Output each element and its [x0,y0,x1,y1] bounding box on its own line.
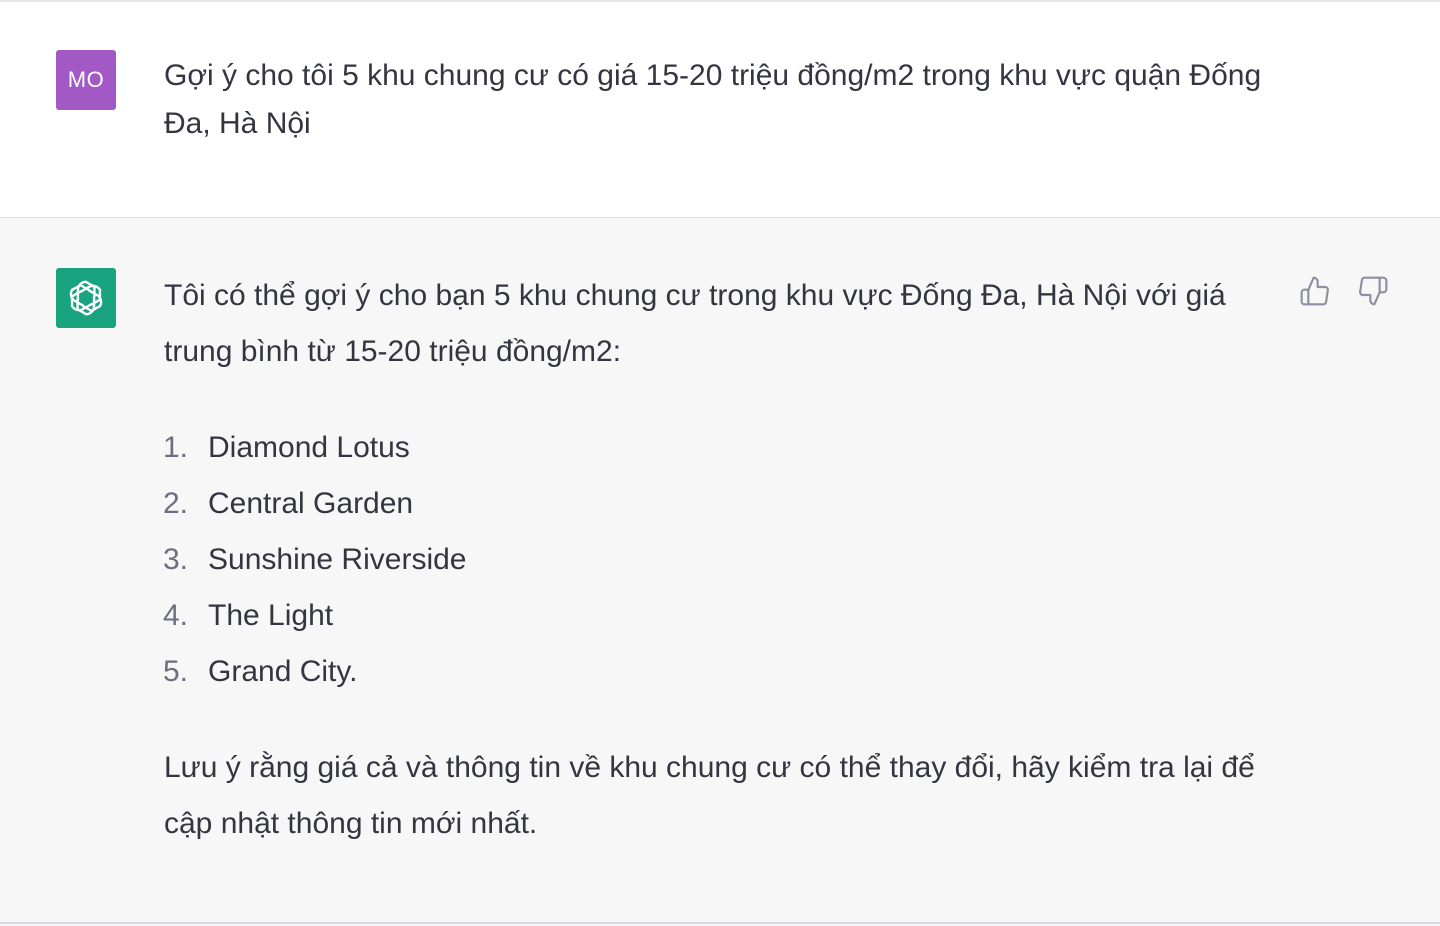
thumbs-up-button[interactable] [1298,274,1332,308]
list-item: 5. Grand City. [163,644,1274,700]
list-item-number: 3. [162,543,188,576]
list-item: 2. Central Garden [163,476,1274,532]
apartment-list: 1. Diamond Lotus 2. Central Garden 3. Su… [163,420,1274,700]
list-item-label: The Light [208,599,334,632]
user-avatar: MO [56,50,116,110]
list-item-label: Sunshine Riverside [208,543,467,576]
thumbs-down-icon [1359,276,1388,306]
list-item: 4. The Light [163,588,1274,644]
openai-logo-icon [69,280,103,316]
user-message-row: MO Gợi ý cho tôi 5 khu chung cư có giá 1… [0,2,1440,218]
list-item: 3. Sunshine Riverside [163,532,1274,588]
list-item-number: 4. [162,599,188,632]
user-avatar-initials: MO [67,67,105,92]
assistant-outro-text: Lưu ý rằng giá cả và thông tin về khu ch… [164,751,1255,840]
assistant-message-content: Tôi có thể gợi ý cho bạn 5 khu chung cư … [163,268,1274,852]
assistant-intro-text: Tôi có thể gợi ý cho bạn 5 khu chung cư … [164,279,1226,368]
thumbs-up-icon [1300,276,1329,306]
list-item-label: Diamond Lotus [208,431,410,464]
list-item-label: Central Garden [208,487,414,520]
thumbs-down-button[interactable] [1356,274,1390,308]
list-item-number: 1. [162,431,188,464]
list-item-label: Grand City. [208,655,358,688]
assistant-avatar [56,268,116,328]
feedback-actions [1298,274,1390,308]
user-message-text: Gợi ý cho tôi 5 khu chung cư có giá 15-2… [164,59,1262,140]
list-item-number: 2. [162,487,188,520]
list-item: 1. Diamond Lotus [163,420,1274,476]
assistant-message-row: Tôi có thể gợi ý cho bạn 5 khu chung cư … [0,218,1440,924]
list-item-number: 5. [162,655,188,688]
